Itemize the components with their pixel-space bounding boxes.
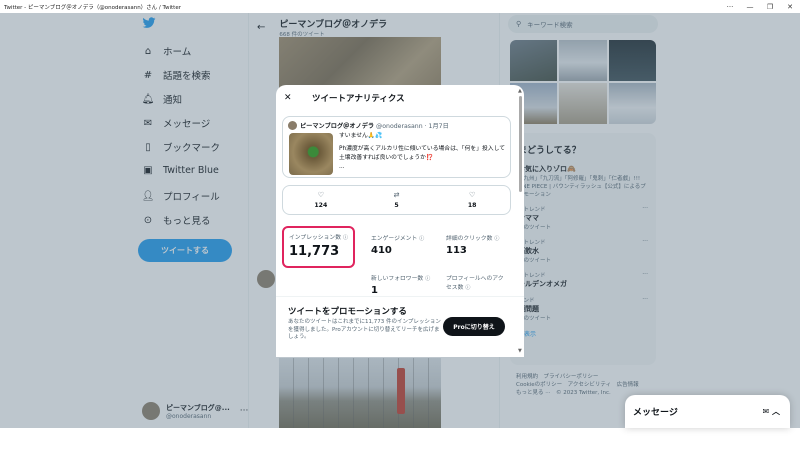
window-titlebar: Twitter - ピーマンブログ＠オノデラ（@onoderasann）さん /… — [0, 0, 800, 13]
engagement-counts: ♡ 124 ⇄ 5 ♡ 18 — [282, 185, 511, 215]
metric-label: 詳細のクリック数 — [446, 236, 493, 242]
promo-description: あなたのツイートはこれまでに11,773 件のインプレッションを獲得しました。P… — [288, 319, 441, 340]
info-icon[interactable]: ⓘ — [465, 285, 470, 291]
window-minimize-button[interactable]: — — [740, 3, 760, 11]
reply-count: ♡ 124 — [283, 186, 359, 214]
messages-drawer-title: メッセージ — [633, 408, 678, 418]
dialog-title: ツイートアナリティクス — [312, 94, 405, 104]
tweet-preview[interactable]: ピーマンブログ＠オノデラ @onoderasann · 1月7日 すいません🙏💦… — [282, 116, 511, 178]
impressions-metric: インプレッション数 ⓘ 11,773 — [282, 226, 355, 268]
profile-visits-value: 30 — [446, 294, 508, 295]
window-close-button[interactable]: ✕ — [780, 3, 800, 11]
reply-icon: ♡ — [317, 191, 324, 199]
metric-label: エンゲージメント — [371, 236, 418, 242]
metric-label: インプレッション数 — [289, 235, 341, 241]
new-followers-value: 1 — [371, 285, 378, 296]
tweet-text-line: Ph濃度が高くアルカリ性に傾いている場合は、「何を」投入して土壌改善すれば良いの… — [339, 146, 506, 161]
tweet-author-name: ピーマンブログ＠オノデラ — [300, 123, 375, 130]
like-icon: ♡ — [469, 191, 476, 199]
engagements-value: 410 — [371, 245, 392, 256]
promote-tweet-banner: ツイートをプロモーションする あなたのツイートはこれまでに11,773 件のイン… — [276, 296, 524, 357]
promo-title: ツイートをプロモーションする — [288, 307, 407, 317]
engagements-metric: エンゲージメント ⓘ 410 — [371, 233, 424, 256]
switch-to-pro-button[interactable]: Proに切り替え — [443, 317, 505, 336]
detail-clicks-value: 113 — [446, 245, 467, 256]
reply-count-value: 124 — [314, 202, 328, 209]
retweet-count: ⇄ 5 — [359, 186, 435, 214]
window-maximize-button[interactable]: ❐ — [760, 3, 780, 11]
scroll-up-icon[interactable]: ▲ — [518, 88, 522, 94]
close-icon[interactable]: ✕ — [284, 93, 298, 103]
tweet-author-handle: @onoderasann — [376, 123, 423, 130]
scroll-down-icon[interactable]: ▼ — [518, 348, 522, 354]
like-count-value: 18 — [467, 202, 477, 209]
tweet-author: ピーマンブログ＠オノデラ @onoderasann · 1月7日 — [300, 121, 449, 130]
info-icon[interactable]: ⓘ — [494, 236, 499, 242]
compose-and-collapse-icons[interactable]: ✉ ︿ — [763, 406, 781, 417]
new-followers-metric: 新しいフォロワー数 ⓘ 1 — [371, 273, 430, 296]
metric-label: プロフィールへのアクセス数 — [446, 276, 504, 291]
messages-drawer[interactable]: メッセージ ✉ ︿ — [625, 395, 790, 428]
retweet-count-value: 5 — [394, 202, 399, 209]
info-icon[interactable]: ⓘ — [419, 236, 424, 242]
tweet-date: · 1月7日 — [424, 123, 449, 130]
avatar — [288, 121, 297, 130]
tweet-text: すいません🙏💦 Ph濃度が高くアルカリ性に傾いている場合は、「何を」投入して土壌… — [339, 132, 507, 172]
retweet-icon: ⇄ — [393, 191, 400, 199]
detail-clicks-metric: 詳細のクリック数 ⓘ 113 — [446, 233, 499, 256]
window-title: Twitter - ピーマンブログ＠オノデラ（@onoderasann）さん /… — [4, 4, 181, 11]
tweet-text-ellipsis: ... — [339, 164, 345, 170]
tweet-text-line: すいません🙏💦 — [339, 133, 383, 139]
info-icon[interactable]: ⓘ — [343, 235, 348, 241]
metric-label: 新しいフォロワー数 — [371, 276, 424, 282]
dialog-scrollbar[interactable]: ▲ ▼ — [518, 88, 523, 354]
profile-visits-metric: プロフィールへのアクセス数ⓘ 30 — [446, 273, 508, 295]
scrollbar-thumb[interactable] — [519, 96, 522, 192]
window-more-button[interactable]: ··· — [720, 3, 740, 11]
tweet-image — [289, 133, 333, 175]
like-count: ♡ 18 — [434, 186, 510, 214]
window-bottom — [0, 428, 800, 450]
impressions-value: 11,773 — [289, 244, 340, 259]
info-icon[interactable]: ⓘ — [425, 276, 430, 282]
dialog-header: ✕ ツイートアナリティクス — [276, 85, 524, 111]
